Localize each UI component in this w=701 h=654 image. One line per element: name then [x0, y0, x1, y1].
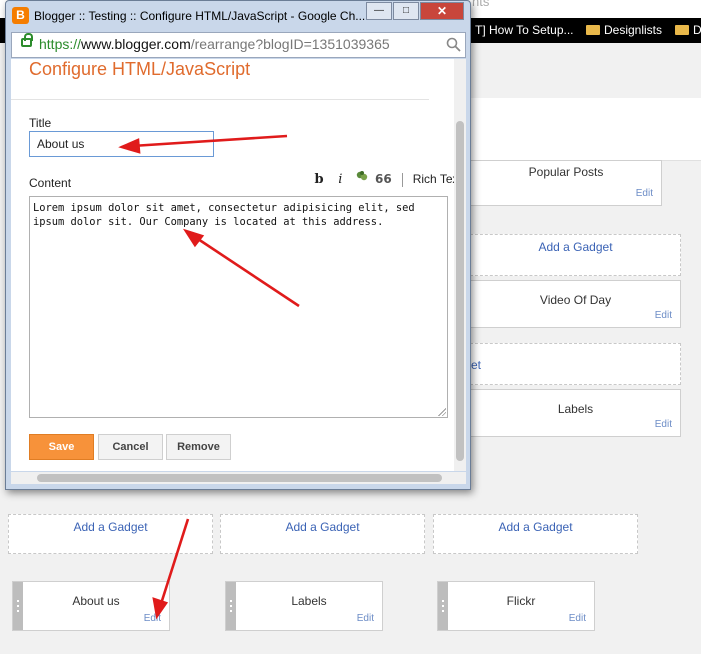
save-button[interactable]: Save [29, 434, 94, 460]
content-label: Content [29, 176, 72, 190]
add-gadget-right-2[interactable]: et [470, 343, 681, 385]
drag-handle-icon[interactable] [13, 582, 23, 630]
gadget-edit-link[interactable]: Edit [636, 188, 653, 199]
title-input[interactable]: About us [29, 131, 214, 157]
gadget-labels-bottom[interactable]: Labels Edit [225, 581, 383, 631]
address-bar[interactable]: https://www.blogger.com/rearrange?blogID… [11, 32, 466, 58]
horizontal-scroll-thumb[interactable] [37, 474, 442, 482]
gadget-labels-right[interactable]: Labels Edit [470, 389, 681, 437]
gadget-title: Labels [557, 402, 594, 416]
url-text[interactable]: https://www.blogger.com/rearrange?blogID… [39, 36, 390, 52]
gadget-title: Video Of Day [539, 293, 612, 307]
add-gadget-col-3[interactable]: Add a Gadget [433, 514, 638, 554]
maximize-button[interactable]: □ [393, 2, 419, 20]
title-label: Title [29, 116, 52, 130]
gadget-video-of-day[interactable]: Video Of Day Edit [470, 280, 681, 328]
zoom-icon[interactable] [446, 37, 461, 52]
cancel-button[interactable]: Cancel [98, 434, 163, 460]
add-gadget-label: Add a Gadget [498, 520, 573, 534]
add-gadget-right-1[interactable]: Add a Gadget [470, 234, 681, 276]
lock-icon [21, 33, 33, 47]
quote-button[interactable]: 66 [375, 171, 392, 187]
add-gadget-label: Add a Gadget [285, 520, 360, 534]
gadget-edit-link[interactable]: Edit [144, 613, 161, 624]
horizontal-scrollbar[interactable] [11, 472, 466, 484]
editor-toolbar: b i 66 Rich Text [311, 169, 462, 187]
toolbar-separator [402, 172, 404, 187]
gadget-edit-link[interactable]: Edit [655, 419, 672, 430]
folder-icon [675, 25, 689, 35]
drag-handle-icon[interactable] [438, 582, 448, 630]
dialog-heading: Configure HTML/JavaScript [29, 59, 251, 79]
layout-header-area [470, 98, 701, 161]
url-path: /rearrange?blogID=1351039365 [190, 36, 390, 52]
gadget-title: About us [72, 594, 120, 608]
gadget-title: Labels [291, 594, 327, 608]
textarea-resize-handle[interactable] [438, 408, 446, 416]
gadget-title: Popular Posts [528, 165, 604, 179]
content-text: Lorem ipsum dolor sit amet, consectetur … [33, 202, 421, 228]
add-gadget-label: Add a Gadget [73, 520, 148, 534]
folder-icon [586, 25, 600, 35]
drag-handle-icon[interactable] [226, 582, 236, 630]
content-textarea[interactable]: Lorem ipsum dolor sit amet, consectetur … [29, 196, 448, 418]
gadget-title: Flickr [506, 594, 536, 608]
remove-button[interactable]: Remove [166, 434, 231, 460]
add-gadget-col-2[interactable]: Add a Gadget [220, 514, 425, 554]
background-tab-fragment: nts [472, 0, 490, 9]
add-gadget-col-1[interactable]: Add a Gadget [8, 514, 213, 554]
gadget-edit-link[interactable]: Edit [655, 310, 672, 321]
bookmark-designlists[interactable]: Designlists [586, 23, 662, 37]
gadget-popular-posts[interactable]: Popular Posts Edit [470, 160, 662, 206]
italic-button[interactable]: i [332, 172, 348, 188]
url-host: www.blogger.com [81, 36, 191, 52]
add-gadget-label-fragment: et [471, 358, 482, 372]
gadget-edit-link[interactable]: Edit [357, 613, 374, 624]
add-gadget-label: Add a Gadget [538, 240, 613, 254]
divider [11, 99, 429, 100]
bookmark-howto[interactable]: T] How To Setup... [475, 23, 574, 37]
blogger-logo-icon: B [12, 7, 29, 24]
vertical-scroll-thumb[interactable] [456, 121, 464, 461]
gadget-edit-link[interactable]: Edit [569, 613, 586, 624]
link-button[interactable] [354, 169, 370, 185]
minimize-button[interactable]: — [366, 2, 392, 20]
close-window-button[interactable]: ✕ [420, 2, 464, 20]
vertical-scrollbar[interactable] [454, 59, 466, 471]
window-title: Blogger :: Testing :: Configure HTML/Jav… [34, 9, 366, 23]
url-scheme: https:// [39, 36, 82, 52]
gadget-about-us[interactable]: About us Edit [12, 581, 170, 631]
link-icon [356, 171, 367, 181]
gadget-flickr[interactable]: Flickr Edit [437, 581, 595, 631]
bold-button[interactable]: b [311, 172, 327, 188]
dialog-content: Configure HTML/JavaScript Title About us… [11, 59, 466, 471]
configure-html-popup-window: B Blogger :: Testing :: Configure HTML/J… [5, 0, 471, 490]
bookmark-d[interactable]: D [675, 23, 701, 37]
